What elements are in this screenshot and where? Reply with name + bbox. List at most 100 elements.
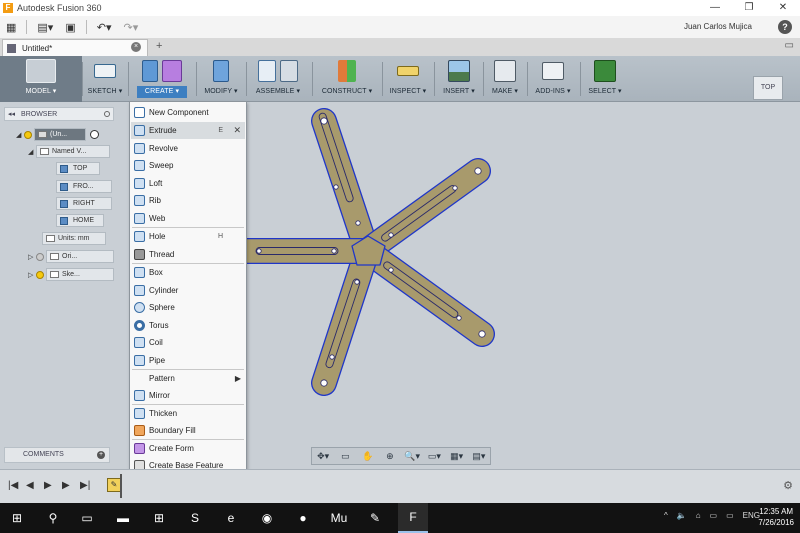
collapse-browser-icon[interactable]: ◂◂ (8, 110, 15, 118)
redo-icon[interactable]: ↷▾ (117, 16, 144, 38)
insert-group[interactable]: INSERT ▾ (438, 56, 480, 102)
make-group[interactable]: MAKE ▾ (486, 56, 524, 102)
extrude-icon[interactable] (142, 60, 158, 82)
view-top-node[interactable]: TOP (56, 162, 100, 175)
joint-icon[interactable] (280, 60, 298, 82)
select-cursor-icon[interactable] (594, 60, 616, 82)
add-comment-icon[interactable]: + (97, 451, 105, 459)
menu-item-sphere[interactable]: Sphere (131, 299, 245, 316)
fit-icon[interactable]: 🔍▾ (401, 451, 423, 462)
expand-arrow-icon[interactable]: ▷ (28, 271, 36, 279)
view-right-node[interactable]: RIGHT (56, 197, 112, 210)
save-icon[interactable]: ▣ (59, 16, 81, 38)
menu-item-web[interactable]: Web (131, 210, 245, 227)
browser-root-node[interactable]: ◢ (Un... (16, 128, 99, 141)
search-icon[interactable]: ⚲ (38, 503, 68, 533)
select-group[interactable]: SELECT ▾ (584, 56, 626, 102)
close-icon[interactable]: ✕ (233, 125, 241, 136)
file-explorer-icon[interactable]: ▬ (108, 503, 138, 533)
muse-icon[interactable]: Mu (324, 503, 354, 533)
menu-item-hole[interactable]: Hole H (131, 228, 245, 245)
orbit-icon[interactable]: ✥▾ (312, 451, 334, 462)
menu-item-new-component[interactable]: New Component (131, 104, 245, 121)
menu-item-sweep[interactable]: Sweep (131, 157, 245, 174)
step-forward-icon[interactable]: ▶ (62, 480, 70, 491)
root-component[interactable]: (Un... (34, 128, 86, 141)
edge-icon[interactable]: e (216, 503, 246, 533)
select-label[interactable]: SELECT ▾ (588, 86, 621, 98)
menu-item-torus[interactable]: Torus (131, 317, 245, 334)
step-back-icon[interactable]: ◀ (26, 480, 34, 491)
pan-hand-icon[interactable]: ✋ (357, 451, 379, 462)
named-views-folder[interactable]: Named V... (36, 145, 110, 158)
menu-item-thread[interactable]: Thread (131, 246, 245, 263)
view-front-node[interactable]: FRO... (56, 180, 112, 193)
measure-ruler-icon[interactable] (397, 66, 419, 76)
sketches-node[interactable]: ▷ Ske... (28, 268, 114, 281)
menu-item-box[interactable]: Box (131, 264, 245, 281)
close-window-button[interactable]: ✕ (766, 0, 800, 16)
menu-item-coil[interactable]: Coil (131, 334, 245, 351)
viewports-icon[interactable]: ▤▾ (468, 451, 490, 462)
windows-start-icon[interactable]: ⊞ (2, 503, 32, 533)
collapse-arrow-icon[interactable]: ◢ (16, 131, 24, 139)
construct-label[interactable]: CONSTRUCT ▾ (322, 86, 372, 98)
tray-overflow-icon[interactable]: ^ (664, 511, 668, 520)
scripts-icon[interactable] (542, 62, 564, 80)
workspace-model-button[interactable]: MODEL ▾ (0, 56, 82, 102)
menu-item-extrude[interactable]: Extrude E ✕ (131, 122, 245, 139)
skype-icon[interactable]: S (180, 503, 210, 533)
inspect-label[interactable]: INSPECT ▾ (390, 86, 427, 98)
3d-print-icon[interactable] (494, 60, 516, 82)
comments-panel[interactable]: COMMENTS + (4, 447, 110, 463)
clock[interactable]: 12:35 AM 7/26/2016 (758, 506, 794, 528)
units-node[interactable]: Units: mm (42, 232, 106, 245)
document-tab[interactable]: Untitled* × (2, 39, 148, 56)
visibility-bulb-icon[interactable] (24, 130, 32, 139)
timeline-sketch-feature[interactable]: ✎ (107, 478, 121, 492)
assemble-label[interactable]: ASSEMBLE ▾ (256, 86, 300, 98)
create-label[interactable]: CREATE ▾ (136, 86, 188, 98)
menu-item-boundary-fill[interactable]: Boundary Fill (131, 422, 245, 439)
named-views-node[interactable]: ◢ Named V... (28, 145, 110, 158)
view-home-node[interactable]: HOME (56, 214, 104, 227)
assemble-group[interactable]: ASSEMBLE ▾ (249, 56, 307, 102)
chrome-icon[interactable]: ◉ (252, 503, 282, 533)
visibility-bulb-icon[interactable] (36, 270, 44, 279)
viewcube[interactable]: TOP (753, 76, 783, 100)
undo-icon[interactable]: ↶▾ (91, 16, 118, 38)
menu-item-mirror[interactable]: Mirror (131, 387, 245, 404)
origin-node[interactable]: ▷ Ori... (28, 250, 114, 263)
menu-item-cylinder[interactable]: Cylinder (131, 282, 245, 299)
sketches-folder[interactable]: Ske... (46, 268, 114, 281)
data-panel-grid-icon[interactable]: ▦ (0, 16, 22, 38)
keyboard-icon[interactable]: ▭ (726, 511, 734, 520)
modify-group[interactable]: MODIFY ▾ (199, 56, 243, 102)
look-at-icon[interactable]: ▭ (334, 451, 356, 462)
origin-folder[interactable]: Ori... (46, 250, 114, 263)
menu-item-create-form[interactable]: Create Form (131, 440, 245, 457)
volume-icon[interactable]: 🔈 (677, 511, 687, 520)
press-pull-icon[interactable] (213, 60, 229, 82)
grid-settings-icon[interactable]: ▦▾ (446, 451, 468, 462)
file-menu-icon[interactable]: ▤▾ (31, 16, 59, 38)
activate-radio-icon[interactable] (90, 130, 99, 139)
network-icon[interactable]: ⌂ (696, 511, 701, 520)
menu-item-thicken[interactable]: Thicken (131, 405, 245, 422)
modify-label[interactable]: MODIFY ▾ (204, 86, 237, 98)
help-icon[interactable]: ? (778, 20, 792, 34)
construct-group[interactable]: CONSTRUCT ▾ (316, 56, 378, 102)
fusion360-taskbar-icon[interactable]: F (398, 503, 428, 533)
insert-image-icon[interactable] (448, 60, 470, 82)
zoom-icon[interactable]: ⊕ (379, 451, 401, 462)
create-form-icon[interactable] (162, 60, 182, 82)
create-group[interactable]: CREATE ▾ (131, 56, 193, 102)
view-top[interactable]: TOP (56, 162, 100, 175)
timeline-settings-gear-icon[interactable]: ⚙ (783, 479, 793, 492)
view-right[interactable]: RIGHT (56, 197, 112, 210)
menu-item-pipe[interactable]: Pipe (131, 352, 245, 369)
make-label[interactable]: MAKE ▾ (492, 86, 518, 98)
units-setting[interactable]: Units: mm (42, 232, 106, 245)
task-view-icon[interactable]: ▭ (72, 503, 102, 533)
browser-header[interactable]: ◂◂ BROWSER (4, 107, 114, 121)
